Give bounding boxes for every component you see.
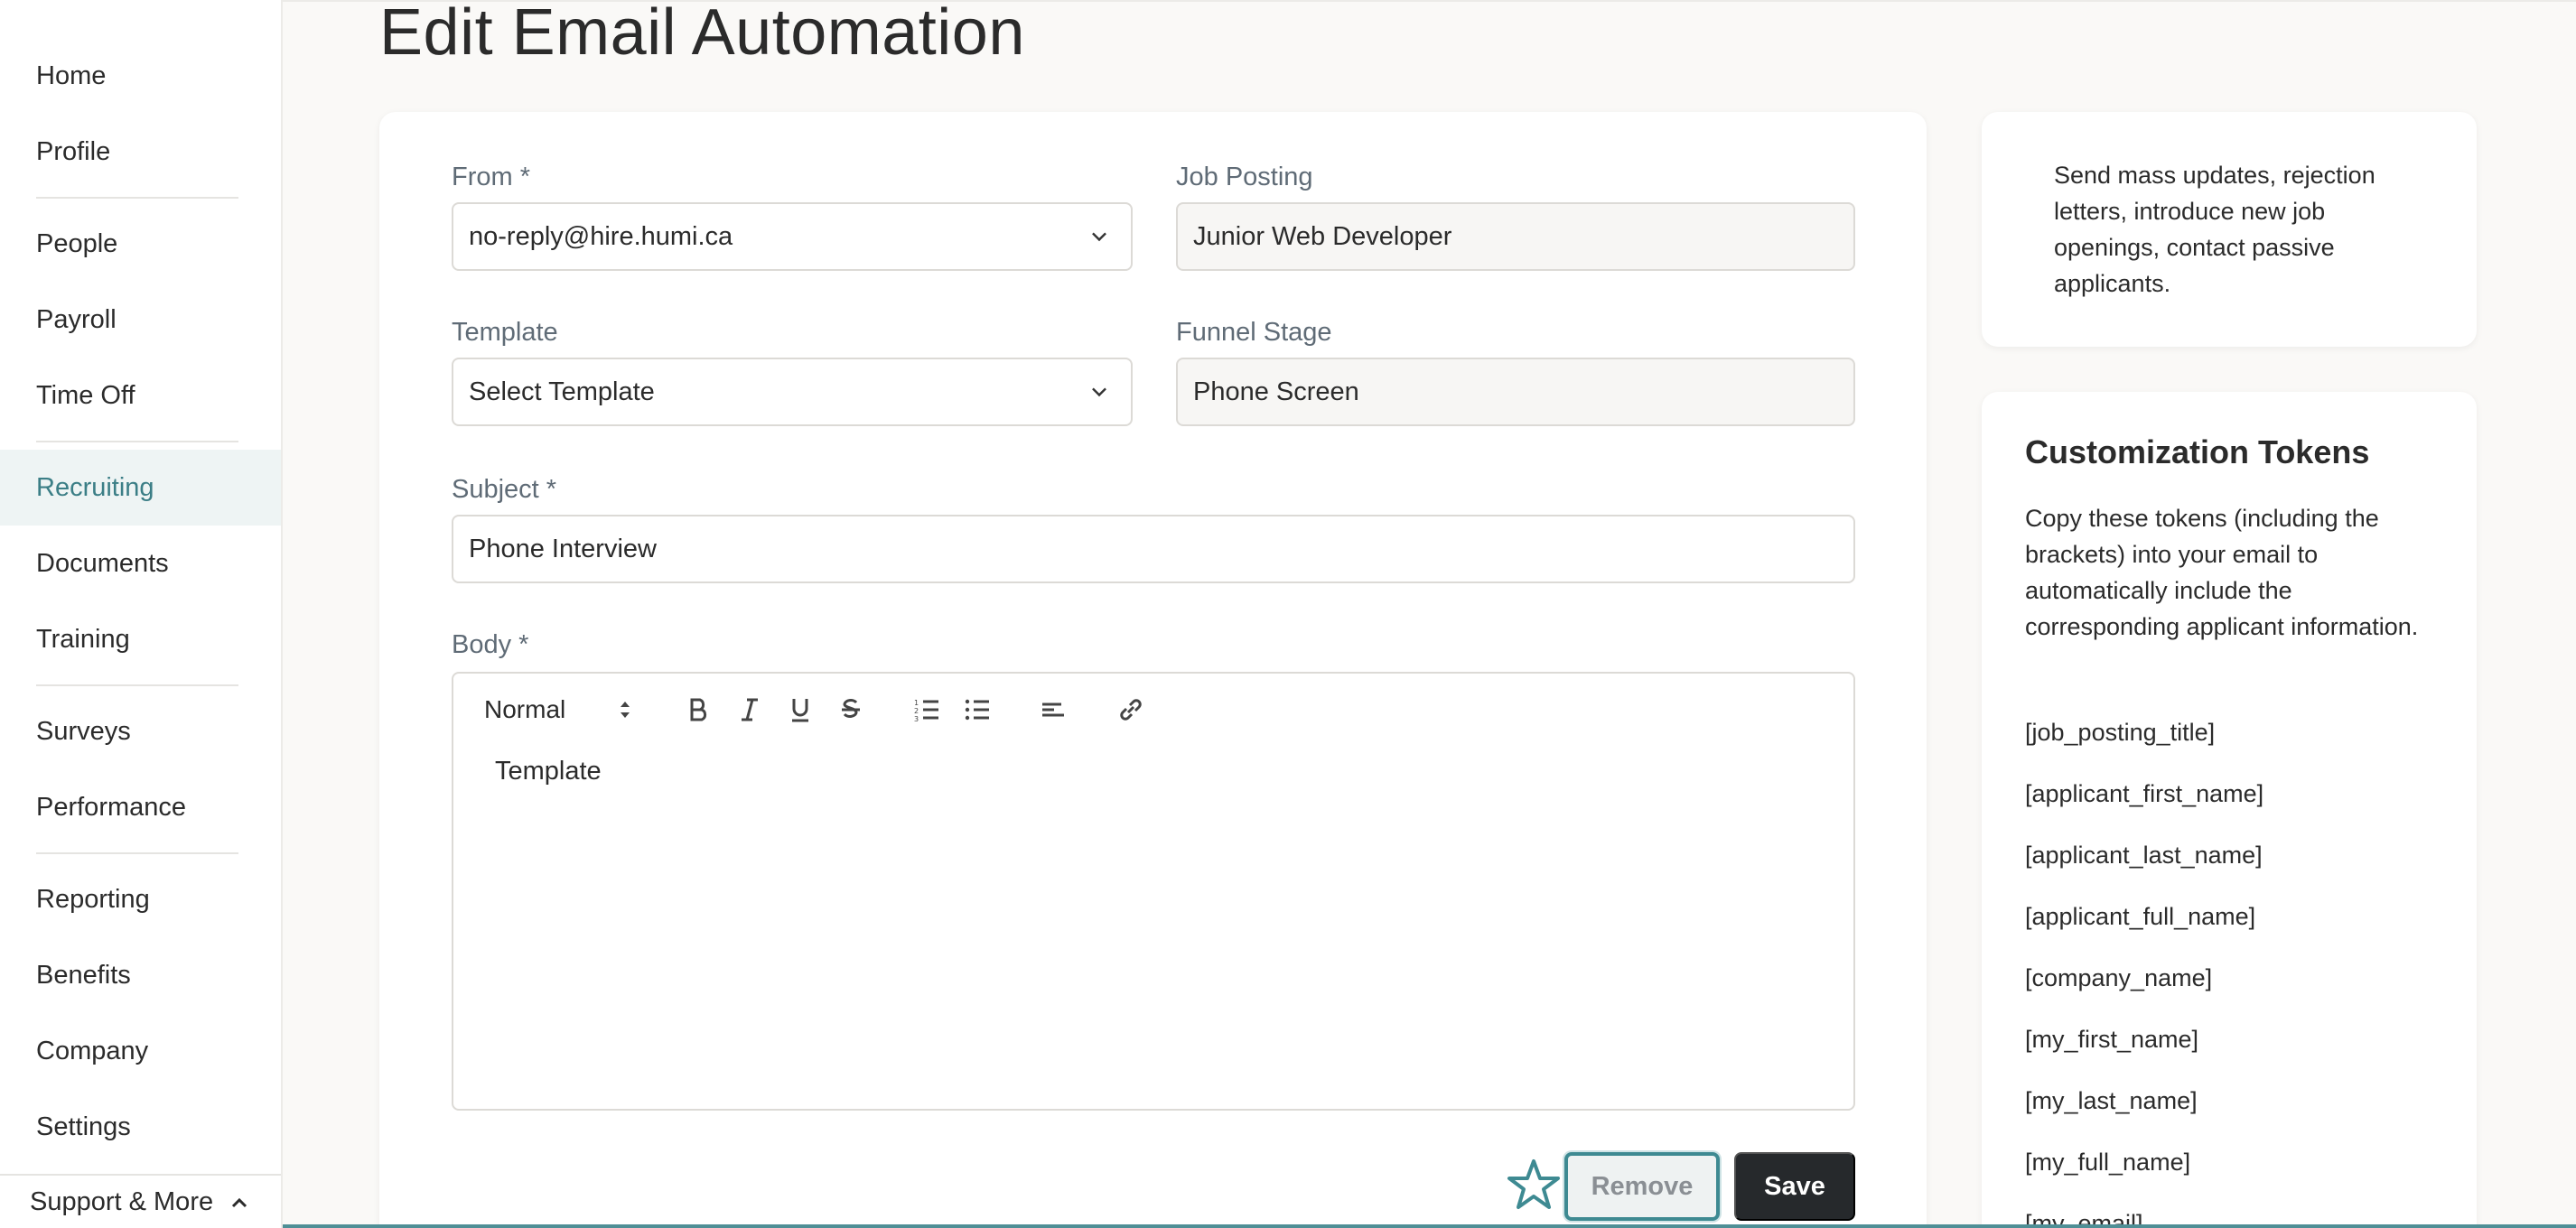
sidebar-item-settings[interactable]: Settings <box>0 1089 281 1165</box>
funnel-stage-field: Phone Screen <box>1176 358 1855 426</box>
align-left-icon[interactable] <box>1035 692 1071 728</box>
subject-value: Phone Interview <box>469 534 657 563</box>
support-label: Support & More <box>30 1186 214 1216</box>
nav-divider <box>36 441 238 442</box>
sidebar-item-performance[interactable]: Performance <box>0 769 281 845</box>
sidebar-item-people[interactable]: People <box>0 206 281 282</box>
tokens-title: Customization Tokens <box>2025 433 2370 470</box>
token-item: [company_name] <box>2025 964 2213 991</box>
chevron-down-icon <box>1092 227 1106 242</box>
email-automation-form: From * no-reply@hire.humi.ca Job Posting… <box>379 112 1927 1228</box>
bottom-border <box>283 1224 2576 1228</box>
editor-content: Template <box>495 757 602 786</box>
token-item: [applicant_full_name] <box>2025 903 2256 930</box>
sidebar-item-recruiting[interactable]: Recruiting <box>0 450 281 526</box>
info-card: Send mass updates, rejection letters, in… <box>1982 112 2477 347</box>
bullet-list-icon[interactable] <box>959 692 995 728</box>
support-more-toggle[interactable]: Support & More <box>0 1174 281 1228</box>
svg-text:2: 2 <box>914 707 919 715</box>
star-icon[interactable] <box>1507 1158 1561 1212</box>
nav-divider <box>36 684 238 686</box>
info-text: Send mass updates, rejection letters, in… <box>2054 162 2375 297</box>
template-value: Select Template <box>469 377 655 406</box>
nav-divider <box>36 197 238 199</box>
subject-label: Subject * <box>452 475 557 504</box>
token-item: [my_last_name] <box>2025 1087 2198 1114</box>
italic-icon[interactable] <box>732 692 768 728</box>
strikethrough-icon[interactable] <box>833 692 869 728</box>
svg-text:1: 1 <box>914 699 919 707</box>
token-item: [my_first_name] <box>2025 1026 2199 1053</box>
job-posting-field: Junior Web Developer <box>1176 202 1855 271</box>
sidebar-item-documents[interactable]: Documents <box>0 526 281 601</box>
save-button[interactable]: Save <box>1734 1152 1855 1221</box>
sidebar-item-training[interactable]: Training <box>0 601 281 677</box>
sidebar-item-company[interactable]: Company <box>0 1013 281 1089</box>
sidebar-item-time-off[interactable]: Time Off <box>0 358 281 433</box>
sidebar-item-surveys[interactable]: Surveys <box>0 693 281 769</box>
nav-divider <box>36 852 238 854</box>
customization-tokens-card: Customization Tokens Copy these tokens (… <box>1982 392 2477 1228</box>
template-select[interactable]: Select Template <box>452 358 1133 426</box>
from-select[interactable]: no-reply@hire.humi.ca <box>452 202 1133 271</box>
remove-button[interactable]: Remove <box>1564 1152 1720 1221</box>
token-item: [job_posting_title] <box>2025 719 2216 746</box>
body-label: Body * <box>452 630 529 659</box>
page-title: Edit Email Automation <box>379 0 1025 69</box>
sidebar-nav: Home Profile People Payroll Time Off Recruiti… <box>0 0 281 1165</box>
token-item: [applicant_last_name] <box>2025 842 2263 869</box>
job-posting-value: Junior Web Developer <box>1193 221 1452 251</box>
format-value: Normal <box>484 695 566 723</box>
sidebar: Home Profile People Payroll Time Off Recruiti… <box>0 0 283 1228</box>
bold-icon[interactable] <box>681 692 717 728</box>
chevron-down-icon <box>1092 382 1106 397</box>
token-item: [applicant_first_name] <box>2025 780 2264 807</box>
sidebar-item-profile[interactable]: Profile <box>0 114 281 190</box>
from-label: From * <box>452 163 530 191</box>
ordered-list-icon[interactable]: 123 <box>909 692 945 728</box>
token-item: [my_full_name] <box>2025 1149 2191 1176</box>
format-select[interactable]: Normal <box>484 692 638 728</box>
link-icon[interactable] <box>1113 692 1149 728</box>
chevron-up-icon <box>231 1190 247 1214</box>
subject-input[interactable]: Phone Interview <box>452 515 1855 583</box>
sidebar-item-benefits[interactable]: Benefits <box>0 937 281 1013</box>
template-label: Template <box>452 318 558 347</box>
funnel-stage-value: Phone Screen <box>1193 377 1359 406</box>
sidebar-item-home[interactable]: Home <box>0 38 281 114</box>
editor-toolbar: Normal 123 <box>453 674 1853 746</box>
sidebar-item-reporting[interactable]: Reporting <box>0 861 281 937</box>
body-editor[interactable]: Normal 123 Template <box>452 672 1855 1111</box>
svg-text:3: 3 <box>914 715 919 723</box>
funnel-stage-label: Funnel Stage <box>1176 318 1332 347</box>
tokens-description: Copy these tokens (including the bracket… <box>2025 505 2419 640</box>
job-posting-label: Job Posting <box>1176 163 1313 191</box>
sidebar-item-payroll[interactable]: Payroll <box>0 282 281 358</box>
from-value: no-reply@hire.humi.ca <box>469 221 733 251</box>
underline-icon[interactable] <box>782 692 818 728</box>
up-down-icon <box>618 699 632 721</box>
